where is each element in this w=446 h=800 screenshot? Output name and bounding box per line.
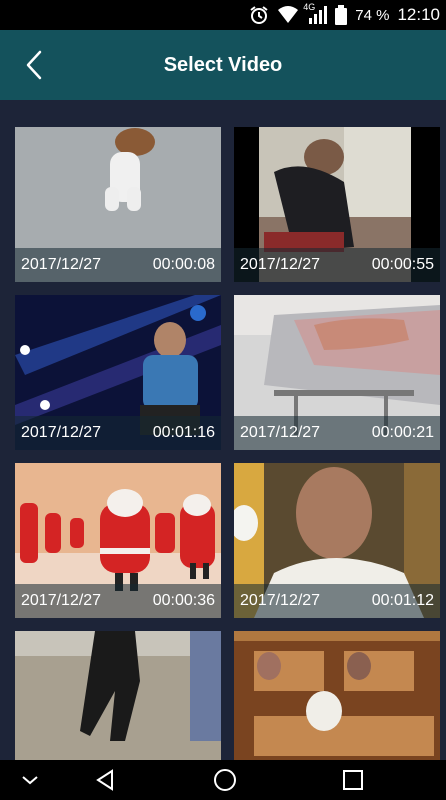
video-duration: 00:01:16 [152, 424, 215, 441]
video-date: 2017/12/27 [21, 424, 102, 441]
video-duration: 00:00:08 [152, 256, 215, 273]
video-tile[interactable] [234, 631, 440, 760]
video-meta: 2017/12/27 00:00:08 [15, 248, 221, 282]
square-recents-icon [343, 770, 363, 790]
video-date: 2017/12/27 [240, 256, 321, 273]
nav-home-button[interactable] [205, 760, 245, 800]
chevron-left-icon [26, 50, 42, 80]
status-bar: 4G 74 % 12:10 [0, 0, 446, 30]
video-duration: 00:00:55 [371, 256, 434, 273]
alarm-icon [249, 5, 269, 25]
page-title: Select Video [163, 54, 283, 76]
video-tile[interactable]: 2017/12/27 00:00:08 [15, 127, 221, 282]
app-header: Select Video [0, 30, 446, 100]
circle-home-icon [214, 769, 236, 791]
video-tile[interactable]: 2017/12/27 00:00:21 [234, 295, 440, 450]
battery-icon [335, 5, 348, 25]
wifi-icon [277, 6, 299, 24]
video-meta: 2017/12/27 00:01:12 [234, 584, 440, 618]
network-type: 4G [303, 2, 316, 12]
status-icons: 4G 74 % 12:10 [249, 0, 446, 30]
clock: 12:10 [397, 5, 440, 24]
video-duration: 00:00:36 [152, 592, 215, 609]
video-date: 2017/12/27 [240, 424, 321, 441]
video-tile[interactable]: 2017/12/27 00:00:55 [234, 127, 440, 282]
triangle-back-icon [96, 769, 113, 791]
hide-nav-button[interactable] [10, 760, 50, 800]
video-date: 2017/12/27 [240, 592, 321, 609]
video-duration: 00:00:21 [371, 424, 434, 441]
video-date: 2017/12/27 [21, 592, 102, 609]
video-meta: 2017/12/27 00:00:55 [234, 248, 440, 282]
video-grid: 2017/12/27 00:00:08 2017/12/27 00:00:55 [0, 100, 446, 760]
nav-recents-button[interactable] [333, 760, 373, 800]
signal-icon: 4G [303, 2, 328, 24]
video-thumbnail [234, 631, 440, 760]
nav-back-button[interactable] [85, 760, 125, 800]
video-tile[interactable]: 2017/12/27 00:01:16 [15, 295, 221, 450]
video-meta: 2017/12/27 00:00:36 [15, 584, 221, 618]
video-tile[interactable]: 2017/12/27 00:01:12 [234, 463, 440, 618]
video-tile[interactable] [15, 631, 221, 760]
video-duration: 00:01:12 [371, 592, 434, 609]
video-meta: 2017/12/27 00:01:16 [15, 416, 221, 450]
back-button[interactable] [12, 42, 56, 88]
navigation-bar [0, 760, 446, 800]
battery-level: 74 % [355, 6, 390, 24]
video-meta: 2017/12/27 00:00:21 [234, 416, 440, 450]
video-tile[interactable]: 2017/12/27 00:00:36 [15, 463, 221, 618]
video-thumbnail [15, 631, 221, 760]
video-date: 2017/12/27 [21, 256, 102, 273]
chevron-down-icon [22, 776, 38, 785]
